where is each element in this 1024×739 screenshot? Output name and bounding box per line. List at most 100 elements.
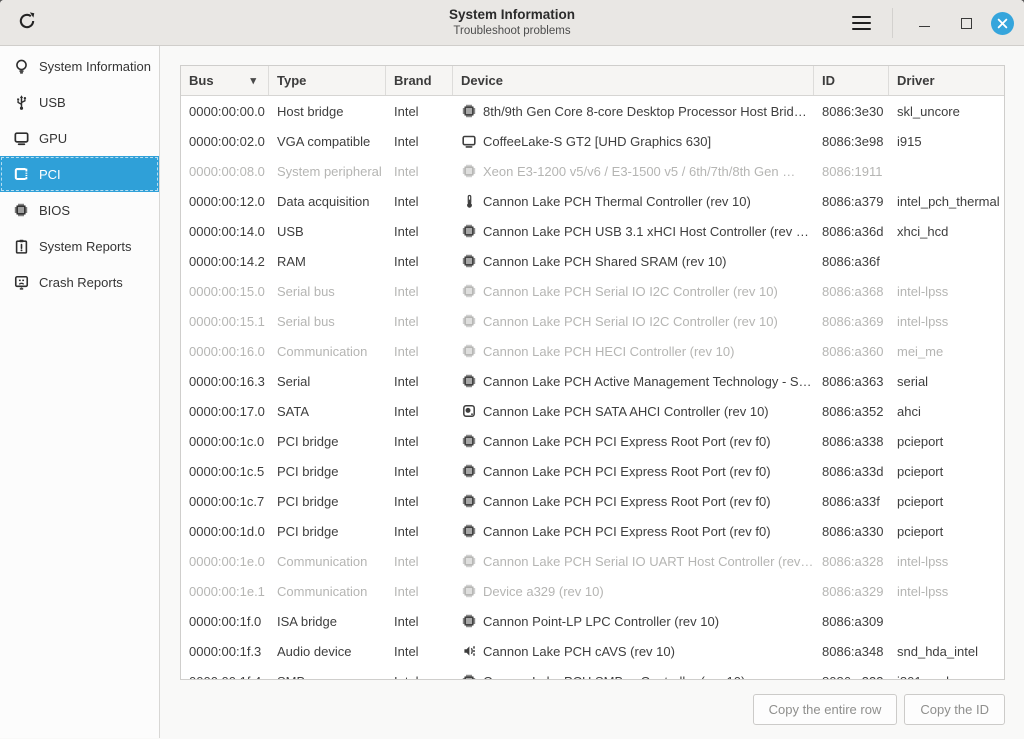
copy-entire-row-button[interactable]: Copy the entire row bbox=[753, 694, 898, 725]
driver-cell bbox=[889, 156, 1004, 186]
table-row[interactable]: 0000:00:1f.3Audio deviceIntelCannon Lake… bbox=[181, 636, 1004, 666]
brand-cell: Intel bbox=[386, 606, 453, 636]
sidebar: System Information USBGPU PCI BIOSSystem Re… bbox=[0, 46, 160, 738]
table-row[interactable]: 0000:00:17.0SATAIntelCannon Lake PCH SAT… bbox=[181, 396, 1004, 426]
sidebar-item-system-information[interactable]: System Information bbox=[0, 48, 159, 84]
table-row[interactable]: 0000:00:14.2RAMIntelCannon Lake PCH Shar… bbox=[181, 246, 1004, 276]
chip-icon bbox=[461, 373, 477, 389]
id-cell: 8086:a363 bbox=[814, 366, 889, 396]
table-row[interactable]: 0000:00:14.0USBIntelCannon Lake PCH USB … bbox=[181, 216, 1004, 246]
id-cell: 8086:a323 bbox=[814, 666, 889, 680]
table-row[interactable]: 0000:00:1c.7PCI bridgeIntelCannon Lake P… bbox=[181, 486, 1004, 516]
minimize-icon bbox=[919, 19, 930, 27]
sidebar-item-gpu[interactable]: GPU bbox=[0, 120, 159, 156]
pci-device-table: Bus▾TypeBrand Device ID Driver 0000:00:00.0… bbox=[180, 65, 1005, 680]
table-row[interactable]: 0000:00:16.0CommunicationIntelCannon Lak… bbox=[181, 336, 1004, 366]
driver-cell: pcieport bbox=[889, 426, 1004, 456]
driver-cell: ahci bbox=[889, 396, 1004, 426]
driver-cell: snd_hda_intel bbox=[889, 636, 1004, 666]
table-row[interactable]: 0000:00:1e.0CommunicationIntelCannon Lak… bbox=[181, 546, 1004, 576]
id-cell: 8086:a36f bbox=[814, 246, 889, 276]
sidebar-item-system-reports[interactable]: System Reports bbox=[0, 228, 159, 264]
copy-id-button[interactable]: Copy the ID bbox=[904, 694, 1005, 725]
column-header-type[interactable]: Type bbox=[269, 66, 386, 95]
column-label: Device bbox=[461, 73, 503, 88]
chip-icon bbox=[461, 163, 477, 179]
type-cell: PCI bridge bbox=[269, 456, 386, 486]
thermometer-icon bbox=[461, 193, 477, 209]
type-cell: PCI bridge bbox=[269, 486, 386, 516]
device-name: Cannon Lake PCH Serial IO I2C Controller… bbox=[483, 314, 778, 329]
driver-cell: intel-lpss bbox=[889, 546, 1004, 576]
table-row[interactable]: 0000:00:08.0System peripheralIntelXeon E… bbox=[181, 156, 1004, 186]
table-row[interactable]: 0000:00:1f.0ISA bridgeIntelCannon Point-… bbox=[181, 606, 1004, 636]
close-button[interactable] bbox=[991, 12, 1014, 35]
sidebar-item-usb[interactable]: USB bbox=[0, 84, 159, 120]
type-cell: System peripheral bbox=[269, 156, 386, 186]
lightbulb-icon bbox=[12, 57, 30, 75]
column-header-driver[interactable]: Driver bbox=[889, 66, 1004, 95]
table-row[interactable]: 0000:00:15.0Serial busIntelCannon Lake P… bbox=[181, 276, 1004, 306]
column-header-device[interactable]: Device bbox=[453, 66, 814, 95]
device-cell: Cannon Lake PCH PCI Express Root Port (r… bbox=[453, 456, 814, 486]
device-cell: Cannon Lake PCH PCI Express Root Port (r… bbox=[453, 486, 814, 516]
type-cell: Data acquisition bbox=[269, 186, 386, 216]
column-header-brand[interactable]: Brand bbox=[386, 66, 453, 95]
table-row[interactable]: 0000:00:02.0VGA compatibleIntelCoffeeLak… bbox=[181, 126, 1004, 156]
table-row[interactable]: 0000:00:15.1Serial busIntelCannon Lake P… bbox=[181, 306, 1004, 336]
brand-cell: Intel bbox=[386, 486, 453, 516]
bus-cell: 0000:00:1c.0 bbox=[181, 426, 269, 456]
type-cell: Communication bbox=[269, 576, 386, 606]
bus-cell: 0000:00:15.0 bbox=[181, 276, 269, 306]
driver-cell: intel-lpss bbox=[889, 576, 1004, 606]
sidebar-item-bios[interactable]: BIOS bbox=[0, 192, 159, 228]
table-row[interactable]: 0000:00:1c.5PCI bridgeIntelCannon Lake P… bbox=[181, 456, 1004, 486]
driver-cell: xhci_hcd bbox=[889, 216, 1004, 246]
chip-icon bbox=[461, 253, 477, 269]
maximize-button[interactable] bbox=[949, 6, 983, 40]
device-name: Cannon Lake PCH SATA AHCI Controller (re… bbox=[483, 404, 769, 419]
device-cell: Xeon E3-1200 v5/v6 / E3-1500 v5 / 6th/7t… bbox=[453, 156, 814, 186]
sidebar-item-crash-reports[interactable]: Crash Reports bbox=[0, 264, 159, 300]
chip-icon bbox=[461, 283, 477, 299]
table-row[interactable]: 0000:00:1d.0PCI bridgeIntelCannon Lake P… bbox=[181, 516, 1004, 546]
device-name: Cannon Lake PCH USB 3.1 xHCI Host Contro… bbox=[483, 224, 814, 239]
type-cell: Serial bus bbox=[269, 306, 386, 336]
app-menu-button[interactable] bbox=[844, 6, 878, 40]
brand-cell: Intel bbox=[386, 516, 453, 546]
id-cell: 8086:a36d bbox=[814, 216, 889, 246]
clipboard-icon bbox=[12, 237, 30, 255]
column-label: ID bbox=[822, 73, 835, 88]
device-name: Cannon Lake PCH cAVS (rev 10) bbox=[483, 644, 675, 659]
device-name: Cannon Lake PCH Active Management Techno… bbox=[483, 374, 812, 389]
sidebar-item-label: System Information bbox=[39, 59, 151, 74]
minimize-button[interactable] bbox=[907, 6, 941, 40]
bus-cell: 0000:00:12.0 bbox=[181, 186, 269, 216]
id-cell: 8086:a348 bbox=[814, 636, 889, 666]
brand-cell: Intel bbox=[386, 276, 453, 306]
driver-cell: intel_pch_thermal bbox=[889, 186, 1004, 216]
brand-cell: Intel bbox=[386, 306, 453, 336]
id-cell: 8086:3e98 bbox=[814, 126, 889, 156]
device-cell: Device a329 (rev 10) bbox=[453, 576, 814, 606]
device-cell: Cannon Point-LP LPC Controller (rev 10) bbox=[453, 606, 814, 636]
bus-cell: 0000:00:02.0 bbox=[181, 126, 269, 156]
sidebar-item-label: Crash Reports bbox=[39, 275, 123, 290]
type-cell: RAM bbox=[269, 246, 386, 276]
sidebar-item-pci[interactable]: PCI bbox=[0, 156, 159, 192]
crash-screen-icon bbox=[12, 273, 30, 291]
column-header-bus[interactable]: Bus▾ bbox=[181, 66, 269, 95]
table-row[interactable]: 0000:00:12.0Data acquisitionIntelCannon … bbox=[181, 186, 1004, 216]
sidebar-item-label: PCI bbox=[39, 167, 61, 182]
column-header-id[interactable]: ID bbox=[814, 66, 889, 95]
table-row[interactable]: 0000:00:1f.4SMBusIntelCannon Lake PCH SM… bbox=[181, 666, 1004, 680]
device-cell: Cannon Lake PCH SMBus Controller (rev 10… bbox=[453, 666, 814, 680]
device-name: Cannon Lake PCH PCI Express Root Port (r… bbox=[483, 494, 771, 509]
table-row[interactable]: 0000:00:1c.0PCI bridgeIntelCannon Lake P… bbox=[181, 426, 1004, 456]
id-cell: 8086:a368 bbox=[814, 276, 889, 306]
table-row[interactable]: 0000:00:1e.1CommunicationIntelDevice a32… bbox=[181, 576, 1004, 606]
type-cell: VGA compatible bbox=[269, 126, 386, 156]
table-row[interactable]: 0000:00:00.0Host bridgeIntel8th/9th Gen … bbox=[181, 96, 1004, 126]
refresh-button[interactable] bbox=[10, 6, 44, 40]
table-row[interactable]: 0000:00:16.3SerialIntelCannon Lake PCH A… bbox=[181, 366, 1004, 396]
